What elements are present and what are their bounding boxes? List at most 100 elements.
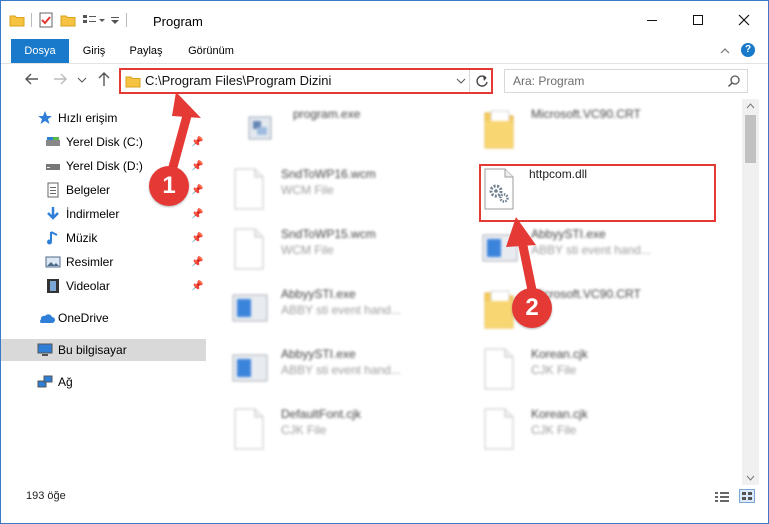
close-button[interactable] <box>721 1 767 39</box>
forward-button[interactable] <box>51 70 69 88</box>
file-item[interactable]: program.exe <box>221 101 451 155</box>
tab-share[interactable]: Paylaş <box>124 39 168 63</box>
tab-file[interactable]: Dosya <box>11 39 69 63</box>
file-type: WCM File <box>281 183 334 197</box>
minimize-button[interactable] <box>629 1 675 39</box>
pin-icon: 📌 <box>191 256 204 268</box>
file-item[interactable]: DefaultFont.cjk CJK File <box>209 401 439 455</box>
file-name: Korean.cjk <box>531 347 588 361</box>
sidebar-item-local-disk-c[interactable]: Yerel Disk (C:) 📌 <box>1 131 206 153</box>
sidebar-item-label: Belgeler <box>66 183 111 197</box>
new-folder-icon[interactable] <box>60 13 76 27</box>
file-type: ABBY sti event hand... <box>281 363 401 377</box>
file-name: AbbyySTI.exe <box>281 347 356 361</box>
sidebar-item-label: Yerel Disk (C:) <box>66 135 143 149</box>
callout-1: 1 <box>149 166 189 206</box>
sidebar-item-label: Bu bilgisayar <box>58 343 127 357</box>
file-item[interactable]: SndToWP16.wcm WCM File <box>209 161 439 215</box>
address-dropdown-icon[interactable] <box>455 75 467 87</box>
file-item[interactable]: AbbyySTI.exe ABBY sti event hand... <box>459 221 689 275</box>
sidebar-item-videos[interactable]: Videolar 📌 <box>1 275 206 297</box>
separator <box>126 13 127 27</box>
sidebar-item-label: Yerel Disk (D:) <box>66 159 143 173</box>
computer-icon <box>37 342 53 358</box>
file-type: CJK File <box>531 423 577 437</box>
file-item[interactable]: AbbyySTI.exe ABBY sti event hand... <box>209 281 439 335</box>
pin-icon: 📌 <box>191 136 204 148</box>
file-name: AbbyySTI.exe <box>281 287 356 301</box>
properties-icon[interactable] <box>38 12 54 28</box>
sidebar-item-label: Ağ <box>58 375 73 389</box>
pin-icon: 📌 <box>191 280 204 292</box>
details-view-icon[interactable] <box>715 491 729 503</box>
pin-icon: 📌 <box>191 160 204 172</box>
file-name: AbbyySTI.exe <box>531 227 606 241</box>
file-list: program.exe Microsoft.VC90.CRT SndToWP16… <box>209 99 742 471</box>
folder-icon[interactable] <box>9 13 25 27</box>
customize-icon[interactable] <box>82 13 106 27</box>
sidebar-item-quick-access[interactable]: Hızlı erişim <box>1 107 206 129</box>
file-item[interactable]: AbbyySTI.exe ABBY sti event hand... <box>209 341 439 395</box>
pin-icon: 📌 <box>191 208 204 220</box>
back-button[interactable] <box>23 70 41 88</box>
chevron-down-icon <box>77 77 87 83</box>
downloads-icon <box>45 206 61 222</box>
dropdown-arrow-icon[interactable] <box>110 13 120 27</box>
file-type: CJK File <box>531 363 577 377</box>
scrollbar-thumb[interactable] <box>745 115 756 163</box>
vertical-scrollbar[interactable] <box>742 99 759 485</box>
maximize-button[interactable] <box>675 1 721 39</box>
quick-access-toolbar <box>9 10 133 30</box>
search-icon[interactable] <box>727 74 741 88</box>
videos-icon <box>45 278 61 294</box>
callout-2: 2 <box>512 288 552 328</box>
file-item[interactable]: Microsoft.VC90.CRT <box>459 281 689 335</box>
folder-icon <box>481 107 517 151</box>
file-icon <box>231 167 267 211</box>
up-button[interactable] <box>95 70 113 88</box>
minimize-icon <box>647 20 657 21</box>
refresh-icon[interactable] <box>475 74 489 88</box>
file-icon <box>231 227 267 271</box>
sidebar-item-label: Videolar <box>66 279 110 293</box>
file-type: ABBY sti event hand... <box>281 303 401 317</box>
search-input[interactable]: Ara: Program <box>504 69 748 93</box>
sidebar-item-pictures[interactable]: Resimler 📌 <box>1 251 206 273</box>
address-bar[interactable]: C:\Program Files\Program Dizini <box>119 68 493 94</box>
documents-icon <box>45 182 61 198</box>
separator <box>31 13 32 27</box>
sidebar-item-music[interactable]: Müzik 📌 <box>1 227 206 249</box>
drive-icon <box>45 158 61 174</box>
file-item[interactable]: SndToWP15.wcm WCM File <box>209 221 439 275</box>
expand-ribbon-icon[interactable] <box>719 45 731 57</box>
file-item[interactable]: Microsoft.VC90.CRT <box>459 101 689 155</box>
scroll-up-icon <box>746 103 755 109</box>
pictures-icon <box>45 254 61 270</box>
title-bar: Program <box>1 1 768 39</box>
tab-home[interactable]: Giriş <box>76 39 112 63</box>
app-icon <box>231 287 268 331</box>
maximize-icon <box>693 15 703 25</box>
file-name: Microsoft.VC90.CRT <box>531 107 641 121</box>
app-icon <box>231 347 268 391</box>
sidebar-item-this-pc[interactable]: Bu bilgisayar <box>1 339 206 361</box>
forward-arrow-icon <box>54 73 67 85</box>
scroll-down-icon <box>746 475 755 481</box>
sidebar-item-downloads[interactable]: İndirmeler 📌 <box>1 203 206 225</box>
star-icon <box>37 110 53 126</box>
file-icon <box>231 407 267 451</box>
folder-icon <box>125 74 141 88</box>
file-icon <box>481 347 517 391</box>
recent-locations-button[interactable] <box>76 70 94 88</box>
tab-view[interactable]: Görünüm <box>181 39 241 63</box>
status-bar: 193 öğe <box>1 485 768 509</box>
file-type: WCM File <box>281 243 334 257</box>
up-arrow-icon <box>98 72 110 86</box>
sidebar-item-network[interactable]: Ağ <box>1 371 206 393</box>
file-name: SndToWP15.wcm <box>281 227 376 241</box>
large-icons-view-icon[interactable] <box>739 489 755 503</box>
sidebar-item-onedrive[interactable]: OneDrive <box>1 307 206 329</box>
file-item[interactable]: Korean.cjk CJK File <box>459 401 689 455</box>
help-icon[interactable]: ? <box>741 43 755 57</box>
file-item[interactable]: Korean.cjk CJK File <box>459 341 689 395</box>
